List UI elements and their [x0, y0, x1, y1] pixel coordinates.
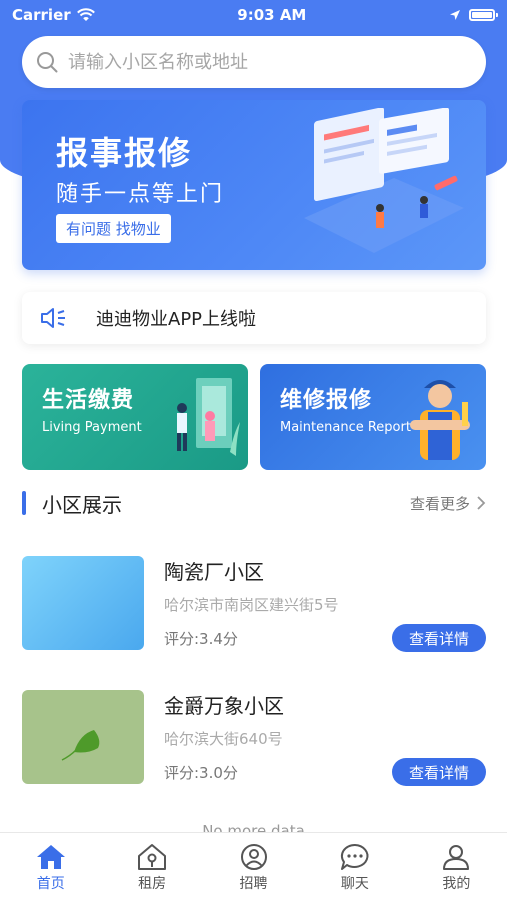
announcement-bar[interactable]: 迪迪物业APP上线啦 [22, 292, 486, 344]
community-item[interactable]: 金爵万象小区 哈尔滨大街640号 评分:3.0分 查看详情 [22, 690, 486, 786]
announcement-text: 迪迪物业APP上线啦 [96, 309, 257, 330]
chevron-right-icon [477, 496, 486, 510]
house-rent-icon [138, 844, 167, 870]
payment-illustration [177, 378, 240, 456]
section-title: 小区展示 [42, 492, 122, 517]
location-arrow-icon [450, 10, 460, 20]
community-thumbnail [22, 556, 144, 650]
living-payment-card[interactable]: 生活缴费 Living Payment [22, 364, 248, 470]
banner-illustration [304, 108, 464, 253]
community-item[interactable]: 陶瓷厂小区 哈尔滨市南岗区建兴街5号 评分:3.4分 查看详情 [22, 556, 486, 652]
chat-icon [340, 843, 369, 870]
home-icon [36, 845, 65, 869]
search-bar[interactable] [22, 36, 486, 88]
search-input[interactable] [68, 51, 468, 73]
tab-profile[interactable]: 我的 [406, 833, 507, 900]
tab-label: 租房 [138, 876, 167, 892]
search-icon [37, 52, 58, 73]
tab-label: 聊天 [340, 876, 369, 892]
tab-recruit[interactable]: 招聘 [203, 833, 304, 900]
community-name: 陶瓷厂小区 [164, 560, 264, 584]
speaker-icon [41, 308, 65, 328]
community-address: 哈尔滨大街640号 [164, 730, 283, 748]
community-name: 金爵万象小区 [164, 694, 284, 718]
living-payment-subtitle: Living Payment [42, 420, 142, 435]
section-accent-bar [22, 491, 26, 515]
repair-banner[interactable]: 报事报修 随手一点等上门 有问题 找物业 [22, 100, 486, 270]
view-more-label: 查看更多 [409, 494, 470, 513]
view-more-link[interactable]: 查看更多 [410, 493, 486, 514]
wifi-icon [76, 8, 95, 21]
tab-label: 招聘 [239, 876, 268, 892]
maintenance-report-subtitle: Maintenance Report [280, 420, 411, 435]
community-score: 评分:3.4分 [164, 630, 238, 648]
banner-subtitle: 随手一点等上门 [56, 182, 225, 207]
living-payment-title: 生活缴费 [42, 388, 135, 413]
community-section-header: 小区展示 查看更多 [22, 488, 486, 518]
banner-tag: 有问题 找物业 [56, 214, 171, 243]
tab-chat[interactable]: 聊天 [304, 833, 405, 900]
tab-label: 首页 [36, 876, 65, 892]
view-details-button[interactable]: 查看详情 [392, 624, 486, 652]
community-score: 评分:3.0分 [164, 764, 238, 782]
tab-home[interactable]: 首页 [0, 833, 101, 900]
repairman-illustration [410, 380, 470, 460]
tab-label: 我的 [442, 876, 471, 892]
carrier-label: Carrier [12, 6, 71, 24]
ginkgo-leaf-icon [61, 730, 100, 761]
banner-title: 报事报修 [56, 134, 193, 172]
battery-icon [469, 9, 498, 21]
community-thumbnail [22, 690, 144, 784]
tab-rent[interactable]: 租房 [101, 833, 202, 900]
community-address: 哈尔滨市南岗区建兴街5号 [164, 596, 339, 614]
profile-icon [443, 845, 470, 870]
status-bar: Carrier 9:03 AM [0, 0, 507, 30]
bottom-tab-bar: 首页 租房 招聘 聊天 我的 [0, 832, 507, 900]
recruit-icon [240, 844, 267, 870]
maintenance-report-title: 维修报修 [280, 388, 373, 413]
status-time: 9:03 AM [237, 6, 307, 24]
view-details-button[interactable]: 查看详情 [392, 758, 486, 786]
maintenance-report-card[interactable]: 维修报修 Maintenance Report [260, 364, 486, 470]
